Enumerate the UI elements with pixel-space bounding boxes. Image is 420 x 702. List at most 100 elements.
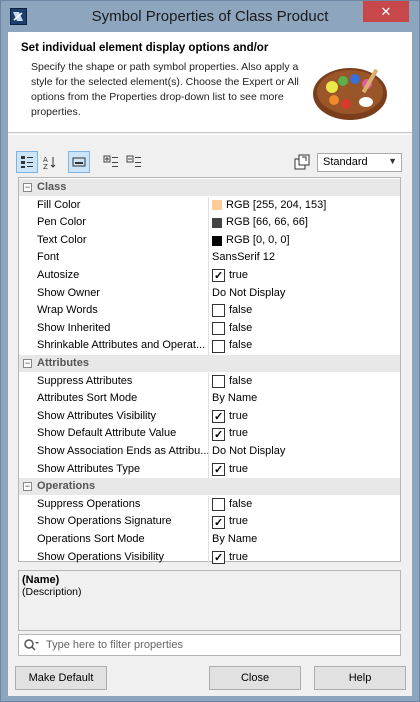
property-name: Show Owner: [37, 286, 100, 299]
property-value[interactable]: false: [212, 373, 252, 391]
property-value[interactable]: false: [212, 496, 252, 514]
column-divider: [208, 390, 209, 408]
property-value[interactable]: false: [212, 320, 252, 338]
show-description-button[interactable]: [68, 151, 90, 173]
property-value[interactable]: true: [212, 408, 248, 427]
checkbox[interactable]: [212, 304, 225, 318]
sort-alphabetically-button[interactable]: AZ: [39, 151, 61, 173]
checkbox[interactable]: [212, 498, 225, 512]
property-name: Show Attributes Type: [37, 462, 141, 475]
property-row[interactable]: Show Operations Signature true: [19, 513, 400, 532]
color-swatch[interactable]: [212, 235, 222, 246]
property-value[interactable]: true: [212, 549, 248, 567]
property-name: Show Default Attribute Value: [37, 427, 177, 440]
checkbox[interactable]: [212, 374, 225, 388]
property-row[interactable]: Suppress Operations false: [19, 495, 400, 514]
checkbox[interactable]: [212, 550, 225, 567]
checkbox[interactable]: [212, 322, 225, 336]
property-value[interactable]: RGB [255, 204, 153]: [212, 197, 326, 215]
property-row[interactable]: Font SansSerif 12: [19, 249, 400, 267]
close-button[interactable]: Close: [209, 666, 301, 690]
property-row[interactable]: Show Attributes Type true: [19, 460, 400, 479]
column-divider: [208, 284, 209, 303]
category-attributes[interactable]: − Attributes: [19, 355, 400, 372]
property-value[interactable]: By Name: [212, 531, 257, 549]
color-swatch[interactable]: [212, 200, 222, 211]
property-row[interactable]: Pen Color RGB [66, 66, 66]: [19, 214, 400, 232]
property-name: Autosize: [37, 269, 80, 281]
property-name: Show Inherited: [37, 321, 111, 334]
property-row[interactable]: Show Attributes Visibility true: [19, 407, 400, 427]
property-value[interactable]: RGB [0, 0, 0]: [212, 232, 290, 250]
property-name: Suppress Operations: [37, 497, 141, 510]
help-button[interactable]: Help: [314, 666, 406, 690]
collapse-icon[interactable]: −: [23, 482, 32, 492]
property-value[interactable]: false: [212, 302, 252, 320]
category-label: Class: [37, 181, 67, 193]
property-value[interactable]: true: [212, 267, 248, 286]
property-row[interactable]: Suppress Attributes false: [19, 372, 400, 391]
make-default-button[interactable]: Make Default: [15, 666, 107, 690]
column-divider: [208, 267, 209, 285]
description-text: (Description): [22, 586, 82, 598]
property-row[interactable]: Fill Color RGB [255, 204, 153]: [19, 196, 400, 215]
column-divider: [208, 249, 209, 267]
description-name: (Name): [22, 574, 60, 586]
title-bar[interactable]: Symbol Properties of Class Product ✕: [1, 1, 419, 32]
category-operations[interactable]: − Operations: [19, 478, 400, 496]
property-value[interactable]: Do Not Display: [212, 443, 285, 461]
expand-all-icon[interactable]: [100, 151, 122, 173]
collapse-icon[interactable]: −: [23, 359, 32, 368]
window-close-button[interactable]: ✕: [363, 1, 409, 22]
property-row[interactable]: Show Association Ends as Attribu... Do No…: [19, 443, 400, 461]
property-value[interactable]: true: [212, 513, 248, 532]
property-row[interactable]: Show Owner Do Not Display: [19, 284, 400, 303]
property-value-text: By Name: [212, 533, 258, 545]
property-row[interactable]: Shrinkable Attributes and Operat... false: [19, 337, 400, 355]
property-row[interactable]: Wrap Words false: [19, 302, 400, 320]
column-divider: [208, 495, 209, 514]
color-swatch[interactable]: [212, 217, 222, 228]
checkbox[interactable]: [212, 515, 225, 532]
category-class[interactable]: − Class: [19, 179, 400, 196]
property-name: Attributes Sort Mode: [37, 392, 138, 405]
property-value[interactable]: true: [212, 425, 248, 444]
property-value[interactable]: true: [212, 461, 248, 479]
checkbox[interactable]: [212, 427, 225, 444]
column-divider: [208, 531, 209, 549]
column-divider: [208, 337, 209, 355]
categorized-view-button[interactable]: [16, 151, 38, 173]
property-value[interactable]: SansSerif 12: [212, 249, 275, 267]
property-row[interactable]: Show Operations Visibility true: [19, 548, 400, 567]
header-separator: [8, 134, 412, 135]
checkbox[interactable]: [212, 409, 225, 427]
header-panel: Set individual element display options a…: [8, 32, 412, 133]
property-value-text: RGB [66, 66, 66]: [226, 216, 308, 229]
checkbox[interactable]: [212, 339, 225, 353]
description-panel: (Name) (Description): [18, 570, 401, 631]
column-divider: [208, 214, 209, 232]
property-row[interactable]: Text Color RGB [0, 0, 0]: [19, 231, 400, 250]
filter-input[interactable]: Type here to filter properties: [18, 634, 401, 656]
property-value[interactable]: By Name: [212, 390, 257, 408]
collapse-all-icon[interactable]: [123, 151, 145, 173]
property-value[interactable]: false: [212, 337, 252, 355]
property-row[interactable]: Show Default Attribute Value true: [19, 425, 400, 444]
property-row[interactable]: Attributes Sort Mode By Name: [19, 390, 400, 408]
property-row[interactable]: Show Inherited false: [19, 319, 400, 338]
apply-style-icon[interactable]: [291, 151, 313, 173]
properties-toolbar: AZ Standard ▼: [12, 151, 408, 175]
property-row[interactable]: Autosize true: [19, 267, 400, 286]
property-value[interactable]: Do Not Display: [212, 285, 285, 303]
chevron-down-icon: ▼: [388, 156, 397, 166]
checkbox[interactable]: [212, 268, 225, 286]
collapse-icon[interactable]: −: [23, 183, 32, 192]
property-value[interactable]: RGB [66, 66, 66]: [212, 214, 308, 232]
checkbox[interactable]: [212, 462, 225, 479]
property-value-text: false: [229, 497, 253, 510]
properties-mode-dropdown[interactable]: Standard ▼: [317, 153, 402, 172]
column-divider: [208, 231, 209, 250]
column-divider: [208, 196, 209, 215]
property-row[interactable]: Operations Sort Mode By Name: [19, 531, 400, 549]
category-label: Attributes: [37, 357, 89, 369]
